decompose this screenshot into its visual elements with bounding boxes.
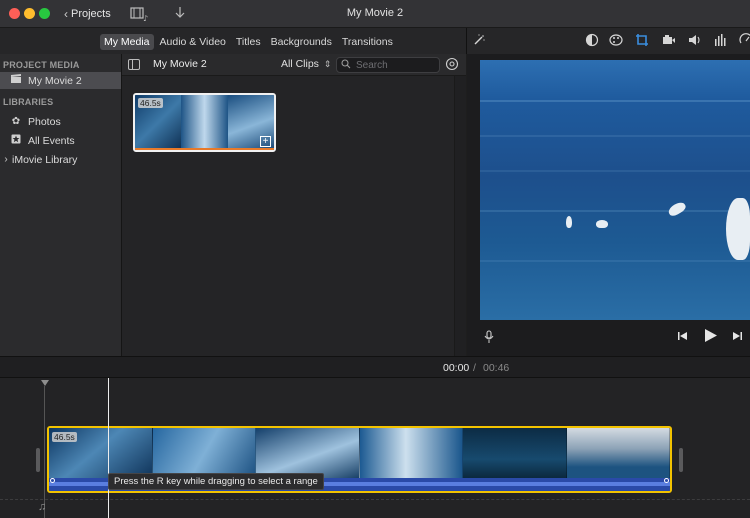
- video-preview: [480, 60, 750, 320]
- sidebar-item-all-events[interactable]: All Events: [0, 132, 121, 149]
- chevron-right-icon[interactable]: ›: [2, 154, 10, 165]
- tab-audio-video[interactable]: Audio & Video: [156, 34, 230, 50]
- tab-titles[interactable]: Titles: [232, 34, 265, 50]
- sidebar-item-photos[interactable]: ✿ Photos: [0, 113, 121, 130]
- viewer-tools: [466, 28, 750, 54]
- project-media-heading: PROJECT MEDIA: [3, 60, 80, 70]
- timeline-right-handle[interactable]: [679, 448, 683, 472]
- skip-back-button[interactable]: [677, 330, 689, 345]
- music-note-icon: ♫: [38, 501, 47, 513]
- search-icon: [341, 58, 351, 72]
- clip-used-indicator: [135, 148, 274, 150]
- timecode-bar: 00:00 / 00:46: [0, 356, 750, 378]
- audio-fade-handle-right[interactable]: [664, 478, 669, 483]
- search-input[interactable]: [356, 59, 436, 71]
- timeline-start-marker: [41, 380, 49, 386]
- photos-icon: ✿: [11, 116, 21, 127]
- clip-duration-badge: 46.5s: [138, 98, 163, 108]
- skip-forward-button[interactable]: [731, 330, 743, 345]
- tab-transitions[interactable]: Transitions: [338, 34, 397, 50]
- clip-filter-dropdown[interactable]: All Clips ⇕: [281, 58, 331, 70]
- clip-duration-badge: 46.5s: [52, 432, 77, 442]
- browser-toolbar: My Movie 2 All Clips ⇕: [122, 54, 466, 76]
- media-browser: My Movie 2 All Clips ⇕ 46.5s +: [122, 54, 466, 356]
- magic-wand-icon[interactable]: [471, 33, 487, 49]
- toolbar: My Media Audio & Video Titles Background…: [0, 28, 750, 54]
- tab-backgrounds[interactable]: Backgrounds: [267, 34, 336, 50]
- sidebar-item-imovie-library[interactable]: › iMovie Library: [0, 151, 121, 168]
- window-title: My Movie 2: [346, 7, 404, 19]
- current-time: 00:00: [443, 362, 470, 374]
- crop-icon[interactable]: [634, 33, 650, 49]
- equalizer-icon[interactable]: [713, 33, 729, 49]
- media-clip-thumbnail[interactable]: 46.5s +: [133, 93, 276, 152]
- time-separator: /: [473, 362, 476, 374]
- browser-scrollbar[interactable]: [454, 76, 466, 356]
- libraries-sidebar: PROJECT MEDIA My Movie 2 LIBRARIES ✿ Pho…: [0, 54, 122, 356]
- title-bar: ‹ Projects ♪ My Movie 2: [0, 0, 750, 28]
- playhead[interactable]: [108, 378, 109, 518]
- color-correction-icon[interactable]: [608, 33, 624, 49]
- sidebar-toggle-icon[interactable]: [128, 59, 140, 70]
- timeline[interactable]: 46.5s Press the R key while dragging to …: [0, 378, 750, 518]
- playback-controls: [467, 322, 750, 356]
- viewer: [467, 54, 750, 356]
- sidebar-item-label: All Events: [28, 134, 75, 147]
- star-icon: [10, 134, 22, 147]
- sidebar-item-label: My Movie 2: [28, 74, 82, 87]
- microphone-icon[interactable]: [484, 330, 494, 347]
- clip-filter-label: All Clips: [281, 58, 319, 70]
- play-button[interactable]: [703, 328, 718, 346]
- total-time: 00:46: [483, 362, 510, 374]
- tab-my-media[interactable]: My Media: [100, 34, 154, 50]
- media-tabs: My Media Audio & Video Titles Background…: [100, 34, 397, 50]
- gear-icon[interactable]: [445, 57, 459, 74]
- libraries-heading: LIBRARIES: [3, 97, 54, 107]
- speed-icon[interactable]: [738, 33, 750, 49]
- tooltip: Press the R key while dragging to select…: [108, 473, 324, 490]
- sidebar-item-label: iMovie Library: [12, 153, 78, 166]
- up-down-chevron-icon: ⇕: [323, 59, 332, 69]
- audio-fade-handle-left[interactable]: [50, 478, 55, 483]
- add-clip-button[interactable]: +: [260, 136, 271, 147]
- volume-icon[interactable]: [687, 33, 703, 49]
- timeline-left-handle[interactable]: [36, 448, 40, 472]
- sidebar-item-label: Photos: [28, 115, 61, 128]
- stabilization-icon[interactable]: [661, 33, 677, 49]
- search-field[interactable]: [336, 57, 440, 73]
- clapperboard-icon: [10, 74, 22, 87]
- music-track[interactable]: ♫: [0, 499, 750, 518]
- color-balance-icon[interactable]: [584, 33, 600, 49]
- sidebar-item-my-movie-2[interactable]: My Movie 2: [0, 72, 121, 89]
- browser-title: My Movie 2: [153, 58, 207, 70]
